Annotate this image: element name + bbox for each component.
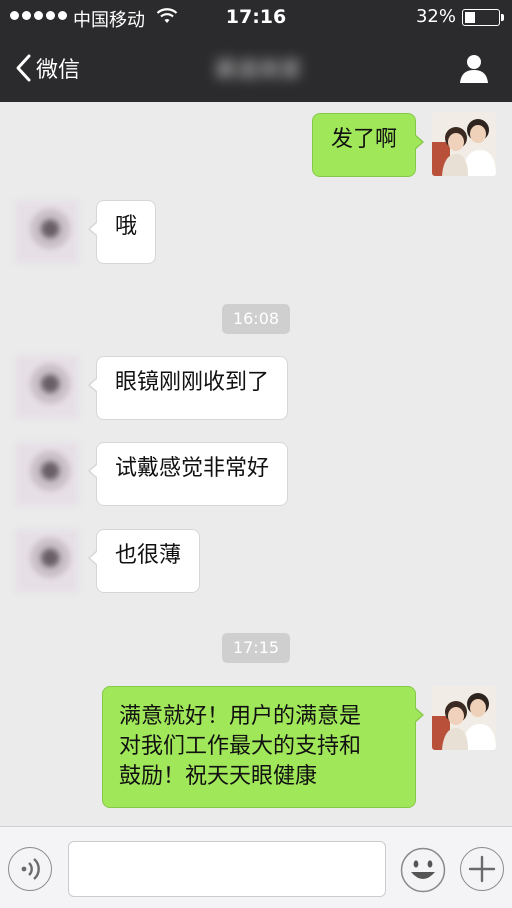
message-text: 哦	[115, 214, 138, 239]
message-line: 鼓励！祝天天眼健康	[119, 764, 318, 789]
more-button[interactable]	[460, 847, 504, 891]
voice-icon	[21, 858, 40, 880]
back-button[interactable]: 微信	[14, 50, 80, 86]
contact-avatar[interactable]	[15, 529, 79, 593]
person-icon[interactable]	[458, 52, 490, 84]
incoming-message[interactable]: 试戴感觉非常好	[87, 442, 289, 506]
contact-avatar[interactable]	[15, 200, 79, 264]
message-line: 对我们工作最大的支持和	[119, 734, 362, 759]
outgoing-message[interactable]: 满意就好！用户的满意是 对我们工作最大的支持和 鼓励！祝天天眼健康	[102, 686, 424, 808]
message-text: 眼镜刚刚收到了	[115, 370, 270, 395]
couple-photo-icon	[432, 686, 496, 750]
chat-header: 中国移动 17:16 32% 微信 渠道商家	[0, 0, 512, 102]
chat-title: 渠道商家	[213, 58, 302, 82]
incoming-message[interactable]: 也很薄	[87, 529, 201, 593]
message-text: 试戴感觉非常好	[115, 456, 270, 481]
outgoing-message[interactable]: 发了啊	[311, 113, 425, 177]
incoming-message[interactable]: 眼镜刚刚收到了	[87, 356, 289, 420]
plus-icon	[468, 855, 496, 883]
nav-bar: 微信 渠道商家	[0, 34, 512, 102]
chevron-left-icon	[16, 54, 31, 82]
message-text: 发了啊	[330, 127, 397, 152]
battery-icon	[462, 9, 504, 26]
contact-avatar[interactable]	[15, 442, 79, 506]
message-timestamp: 17:15	[222, 633, 290, 663]
input-bar	[0, 826, 512, 908]
smiley-icon[interactable]	[400, 847, 446, 893]
status-bar: 中国移动 17:16 32%	[0, 0, 512, 34]
contact-avatar[interactable]	[15, 355, 79, 419]
couple-photo-icon	[432, 112, 496, 176]
message-input[interactable]	[68, 841, 386, 897]
message-text: 也很薄	[115, 543, 182, 568]
battery-percentage: 32%	[415, 6, 456, 27]
message-timestamp: 16:08	[222, 304, 290, 334]
self-avatar[interactable]	[432, 112, 496, 176]
self-avatar[interactable]	[432, 686, 496, 750]
message-line: 满意就好！用户的满意是	[119, 704, 362, 729]
incoming-message[interactable]: 哦	[87, 200, 157, 264]
back-label: 微信	[36, 58, 81, 83]
voice-button[interactable]	[8, 847, 52, 891]
